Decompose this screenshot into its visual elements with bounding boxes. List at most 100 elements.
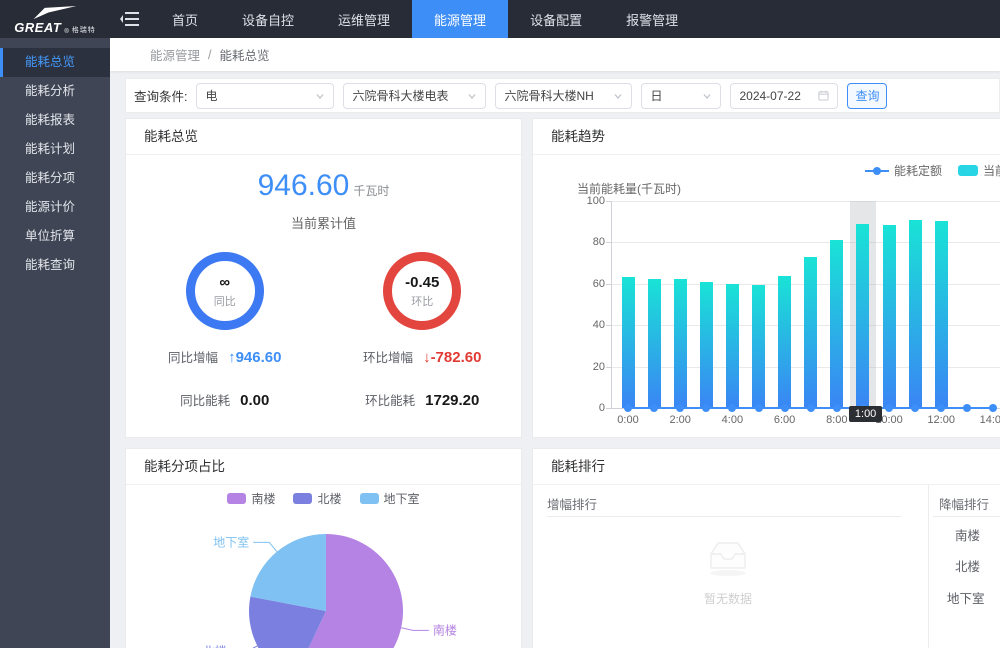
meter-node-select[interactable]: 六院骨科大楼NH xyxy=(495,83,632,109)
y-axis-tick-label: 100 xyxy=(575,195,605,207)
sidebar-item-energy-plan[interactable]: 能耗计划 xyxy=(0,135,110,164)
quota-line-dot[interactable] xyxy=(755,404,763,412)
y-axis-tick-label: 80 xyxy=(575,236,605,248)
yoy-energy-row: 同比能耗 0.00 xyxy=(180,390,269,409)
increase-ranking-label: 增幅排行 xyxy=(547,494,597,513)
sidebar-item-energy-query[interactable]: 能耗查询 xyxy=(0,251,110,280)
y-axis-tick-label: 0 xyxy=(575,402,605,414)
quota-line-dot[interactable] xyxy=(885,404,893,412)
pie-legend-south[interactable]: 南楼 xyxy=(227,490,275,507)
pie-card-title: 能耗分项占比 xyxy=(126,449,521,485)
breadcrumb-parent[interactable]: 能源管理 xyxy=(150,45,200,64)
mom-growth-row: 环比增幅 ↓-782.60 xyxy=(363,347,481,366)
nav-item-ops-management[interactable]: 运维管理 xyxy=(316,0,412,38)
trend-bar[interactable] xyxy=(726,284,739,408)
sidebar-item-energy-report[interactable]: 能耗报表 xyxy=(0,106,110,135)
date-picker[interactable]: 2024-07-22 xyxy=(730,83,838,109)
quota-line-dot[interactable] xyxy=(911,404,919,412)
trend-bar[interactable] xyxy=(778,276,791,408)
x-axis-tick-label: 2:00 xyxy=(660,414,700,426)
search-button[interactable]: 查询 xyxy=(847,83,887,109)
increase-ranking-rule xyxy=(547,516,901,517)
trend-bar[interactable] xyxy=(804,257,817,408)
quota-line-dot[interactable] xyxy=(989,404,997,412)
energy-type-select[interactable]: 电 xyxy=(196,83,334,109)
sidebar-item-energy-subentry[interactable]: 能耗分项 xyxy=(0,164,110,193)
nav-item-alarm-management[interactable]: 报警管理 xyxy=(604,0,700,38)
nav-item-energy-management[interactable]: 能源管理 xyxy=(412,0,508,38)
x-axis-tick-label: 12:00 xyxy=(921,414,961,426)
pie-legend-north[interactable]: 北楼 xyxy=(293,490,341,507)
mom-ring: -0.45 环比 xyxy=(383,252,461,330)
logo-registered-mark: ® xyxy=(64,29,68,35)
mom-ring-value: -0.45 xyxy=(405,274,439,291)
total-consumption: 946.60千瓦时 xyxy=(126,155,521,203)
chevron-down-icon xyxy=(315,91,325,101)
trend-bar[interactable] xyxy=(935,221,948,408)
nav-item-device-config[interactable]: 设备配置 xyxy=(508,0,604,38)
chevron-down-icon xyxy=(613,91,623,101)
trend-bar[interactable] xyxy=(856,224,869,408)
yoy-ring-label: 同比 xyxy=(214,293,236,309)
legend-swatch-icon xyxy=(360,493,379,504)
breadcrumb-separator: / xyxy=(208,48,211,62)
mom-column: -0.45 环比 环比增幅 ↓-782.60 环比能耗 1729.20 xyxy=(324,252,522,409)
rank-item-basement[interactable]: 地下室 xyxy=(947,588,985,607)
trend-bar[interactable] xyxy=(674,279,687,408)
mom-growth-value: -782.60 xyxy=(431,349,482,366)
quota-line-dot[interactable] xyxy=(963,404,971,412)
quota-line-dot[interactable] xyxy=(833,404,841,412)
sidebar-item-unit-conversion[interactable]: 单位折算 xyxy=(0,222,110,251)
chevron-down-icon xyxy=(702,91,712,101)
quota-line-dot[interactable] xyxy=(937,404,945,412)
trend-bar[interactable] xyxy=(830,240,843,408)
rank-item-south[interactable]: 南楼 xyxy=(955,525,980,544)
pie-legend: 南楼 北楼 地下室 xyxy=(126,490,521,507)
quota-line-dot[interactable] xyxy=(676,404,684,412)
top-nav-bar: GREAT® 格瑞特 首页 设备自控 运维管理 能源管理 设备配置 报警管理 xyxy=(0,0,1000,38)
breadcrumb-current: 能耗总览 xyxy=(220,45,270,64)
main-menu: 首页 设备自控 运维管理 能源管理 设备配置 报警管理 xyxy=(150,0,700,38)
pie-chart: 南楼北楼地下室 xyxy=(126,485,521,648)
quota-line-dot[interactable] xyxy=(781,404,789,412)
period-select[interactable]: 日 xyxy=(641,83,721,109)
y-axis-line xyxy=(611,201,612,408)
rank-item-north[interactable]: 北楼 xyxy=(955,556,980,575)
nav-item-device-autocontrol[interactable]: 设备自控 xyxy=(220,0,316,38)
overview-card-title: 能耗总览 xyxy=(126,119,521,155)
quota-line-dot[interactable] xyxy=(702,404,710,412)
y-axis-tick-label: 60 xyxy=(575,278,605,290)
mom-ring-label: 环比 xyxy=(411,293,433,309)
quota-line-dot[interactable] xyxy=(728,404,736,412)
yoy-ring: ∞ 同比 xyxy=(186,252,264,330)
total-consumption-label: 当前累计值 xyxy=(126,213,521,232)
quota-line-dot[interactable] xyxy=(624,404,632,412)
trend-bar[interactable] xyxy=(752,285,765,408)
sidebar-item-energy-pricing[interactable]: 能源计价 xyxy=(0,193,110,222)
quota-line-dot[interactable] xyxy=(650,404,658,412)
trend-bar[interactable] xyxy=(909,220,922,408)
axis-pointer-label: 1:00 xyxy=(849,406,882,422)
nav-item-home[interactable]: 首页 xyxy=(150,0,220,38)
trend-bar[interactable] xyxy=(883,225,896,408)
trend-bar[interactable] xyxy=(622,277,635,408)
ranking-divider xyxy=(928,485,929,648)
x-axis-tick-label: 4:00 xyxy=(712,414,752,426)
query-bar: 查询条件: 电 六院骨科大楼电表 六院骨科大楼NH 日 2024-07-22 xyxy=(125,78,1000,113)
trend-bar[interactable] xyxy=(648,279,661,408)
menu-fold-icon[interactable] xyxy=(110,0,150,38)
sidebar-item-energy-analysis[interactable]: 能耗分析 xyxy=(0,77,110,106)
pie-slice-label: 北楼 xyxy=(203,643,227,648)
pie-legend-basement[interactable]: 地下室 xyxy=(360,490,420,507)
mom-energy-row: 环比能耗 1729.20 xyxy=(365,390,479,409)
yoy-growth-row: 同比增幅 ↑946.60 xyxy=(168,347,281,366)
sidebar-item-energy-overview[interactable]: 能耗总览 xyxy=(0,48,110,77)
breadcrumb: 能源管理 / 能耗总览 xyxy=(110,38,1000,71)
trend-bar[interactable] xyxy=(700,282,713,408)
quota-line-dot[interactable] xyxy=(807,404,815,412)
pie-slice-label: 南楼 xyxy=(433,622,457,637)
building-meter-select[interactable]: 六院骨科大楼电表 xyxy=(343,83,486,109)
empty-inbox-icon xyxy=(704,537,752,577)
yoy-energy-value: 0.00 xyxy=(240,392,269,409)
yoy-growth-value: 946.60 xyxy=(236,349,282,366)
